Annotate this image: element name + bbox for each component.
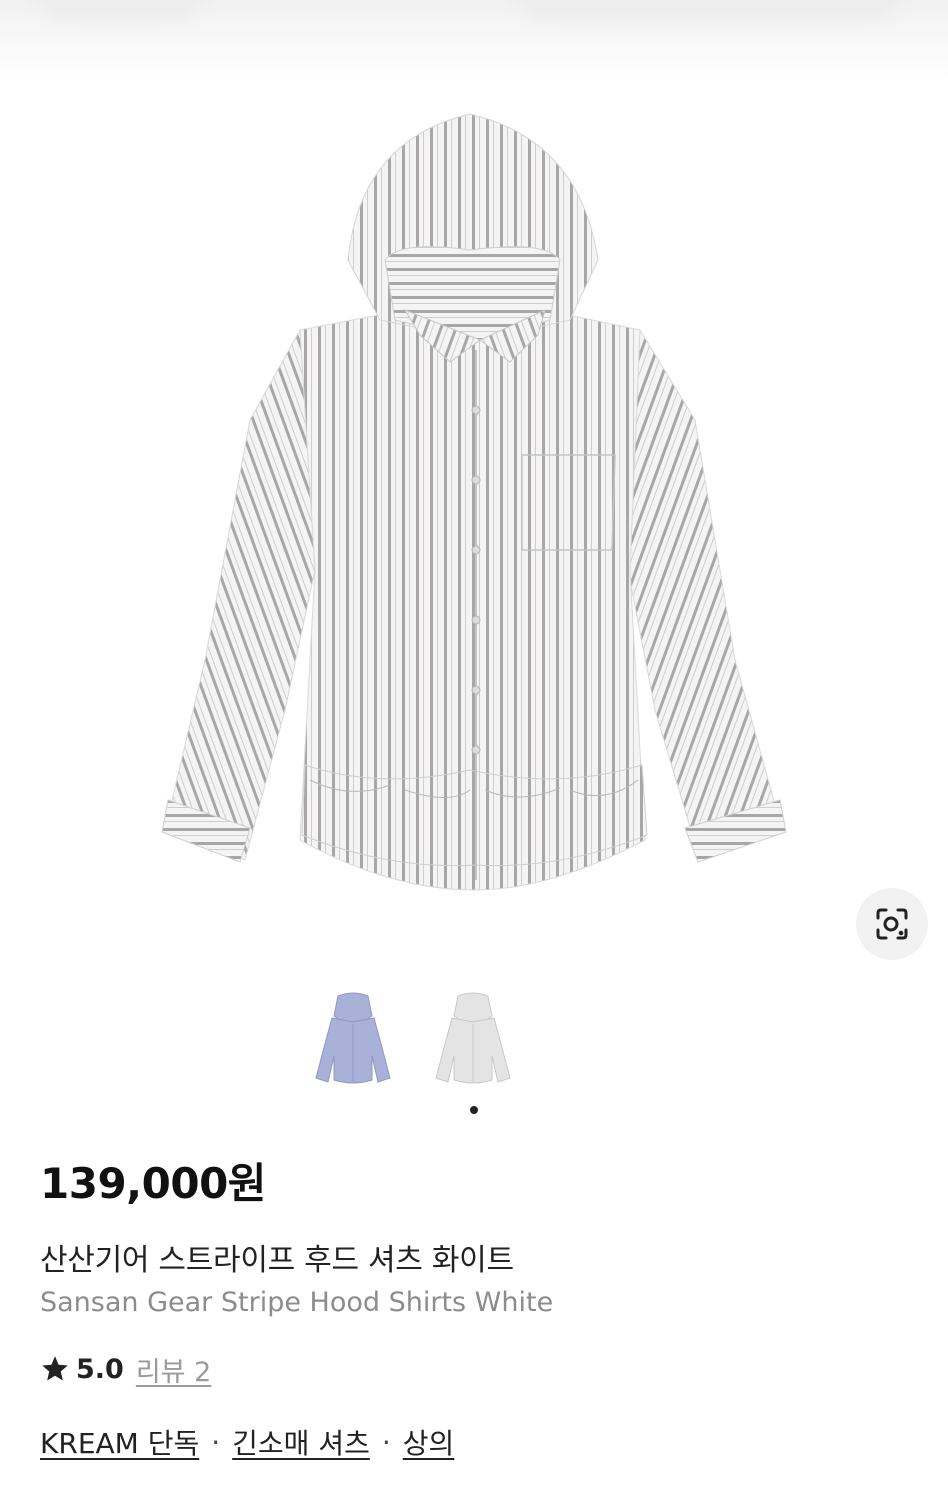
category-tags: KREAM 단독 · 긴소매 셔츠 · 상의 [40,1422,454,1462]
gallery-indicator [0,1106,948,1114]
rating-score: 5.0 [76,1353,124,1385]
shirt-thumbnail-white [435,992,511,1084]
active-page-dot [470,1106,478,1114]
star-icon [42,1356,68,1381]
rating-row: 5.0 리뷰 2 [40,1350,211,1388]
tag-separator: · [211,1425,221,1459]
thumbnail-strip [0,990,948,1090]
tag-long-sleeve-shirt[interactable]: 긴소매 셔츠 [232,1422,370,1462]
tag-separator: · [381,1425,391,1459]
thumbnail-blue-shirt[interactable] [308,990,398,1086]
product-price: 139,000원 [40,1159,266,1208]
product-main-image[interactable] [150,100,798,900]
product-page: 139,000원 산산기어 스트라이프 후드 셔츠 화이트 Sansan Gea… [0,0,948,1500]
lens-search-button[interactable] [856,888,928,960]
top-blob [520,0,900,20]
product-name-korean: 산산기어 스트라이프 후드 셔츠 화이트 [40,1243,514,1278]
tag-kream-exclusive[interactable]: KREAM 단독 [40,1422,199,1462]
hooded-shirt-illustration [161,113,787,891]
tag-tops[interactable]: 상의 [403,1422,455,1462]
thumbnail-white-shirt[interactable] [428,990,518,1086]
top-fade [0,0,948,80]
top-blob [40,0,200,20]
shirt-thumbnail-blue [315,992,391,1084]
lens-search-icon [876,908,908,940]
review-count-link[interactable]: 리뷰 2 [136,1350,211,1389]
product-name-english: Sansan Gear Stripe Hood Shirts White [40,1287,554,1318]
